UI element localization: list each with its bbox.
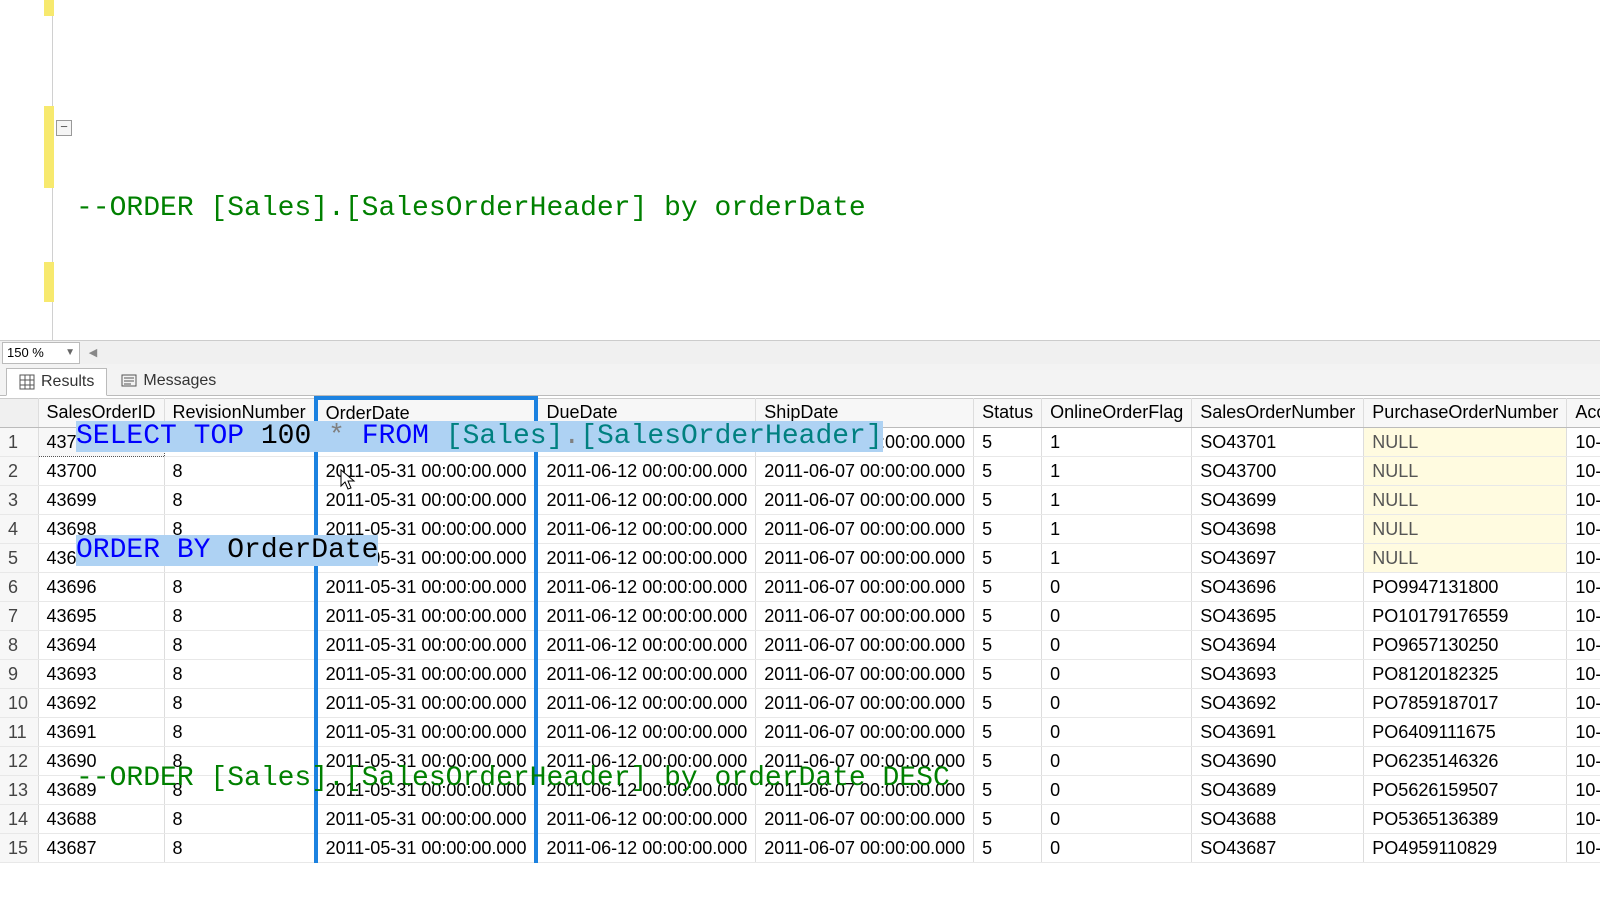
chevron-down-icon: ▼	[65, 347, 75, 358]
row-number-cell[interactable]: 12	[0, 747, 38, 776]
sql-code-area[interactable]: --ORDER [Sales].[SalesOrderHeader] by or…	[76, 0, 1600, 340]
order-column: OrderDate	[227, 535, 378, 566]
row-number-cell[interactable]: 6	[0, 573, 38, 602]
results-grid-icon	[19, 374, 35, 390]
row-number-cell[interactable]: 14	[0, 805, 38, 834]
sql-comment: --ORDER [Sales].[SalesOrderHeader] by or…	[76, 763, 950, 794]
row-number-cell[interactable]: 8	[0, 631, 38, 660]
editor-gutter: −	[0, 0, 76, 340]
row-number-cell[interactable]: 15	[0, 834, 38, 863]
row-number-cell[interactable]: 4	[0, 515, 38, 544]
row-number-cell[interactable]: 1	[0, 428, 38, 457]
top-n: 100	[261, 421, 311, 452]
table-ref: [SalesOrderHeader]	[580, 421, 882, 452]
change-marker	[44, 106, 54, 188]
row-number-cell[interactable]: 13	[0, 776, 38, 805]
row-number-cell[interactable]: 7	[0, 602, 38, 631]
row-number-cell[interactable]: 3	[0, 486, 38, 515]
kw-by: BY	[177, 535, 211, 566]
kw-top: TOP	[194, 421, 244, 452]
change-marker	[44, 262, 54, 302]
change-marker	[44, 0, 54, 16]
sql-comment: --ORDER [Sales].[SalesOrderHeader] by or…	[76, 193, 866, 224]
sql-editor-pane[interactable]: − --ORDER [Sales].[SalesOrderHeader] by …	[0, 0, 1600, 340]
schema-ref: [Sales]	[446, 421, 564, 452]
zoom-level-value: 150 %	[7, 345, 44, 360]
zoom-level-select[interactable]: 150 % ▼	[2, 342, 80, 364]
row-number-cell[interactable]: 2	[0, 457, 38, 486]
row-number-cell[interactable]: 11	[0, 718, 38, 747]
kw-order: ORDER	[76, 535, 160, 566]
kw-from: FROM	[362, 421, 429, 452]
row-number-cell[interactable]: 9	[0, 660, 38, 689]
row-number-cell[interactable]: 10	[0, 689, 38, 718]
row-number-cell[interactable]: 5	[0, 544, 38, 573]
dot: .	[563, 421, 580, 452]
kw-select: SELECT	[76, 421, 177, 452]
collapse-region-button[interactable]: −	[56, 120, 72, 136]
star: *	[328, 421, 345, 452]
row-num-header[interactable]	[0, 398, 38, 428]
